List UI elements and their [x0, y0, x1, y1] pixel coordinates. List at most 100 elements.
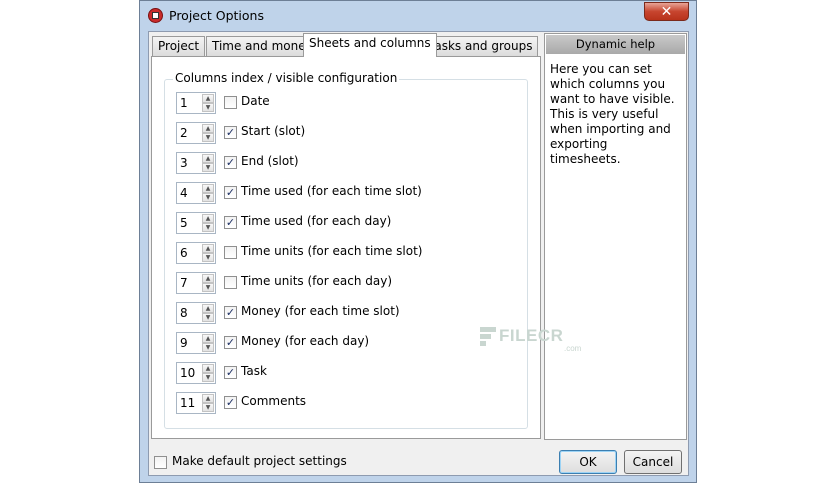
- column-index-spinner[interactable]: 11 ▲ ▼: [176, 392, 216, 414]
- watermark-text: FILECR: [499, 326, 564, 345]
- column-visible-checkbox[interactable]: ✓: [224, 306, 237, 319]
- column-row: 6 ▲ ▼ Time units (for each time slot): [176, 242, 506, 264]
- column-visible-checkbox[interactable]: ✓: [224, 336, 237, 349]
- window-title: Project Options: [169, 8, 264, 23]
- column-row: 5 ▲ ▼ ✓ Time used (for each day): [176, 212, 506, 234]
- column-index-value[interactable]: 2: [180, 126, 188, 140]
- column-label[interactable]: Time units (for each time slot): [241, 244, 423, 258]
- cancel-button[interactable]: Cancel: [624, 450, 682, 474]
- column-index-value[interactable]: 9: [180, 336, 188, 350]
- column-label[interactable]: End (slot): [241, 154, 299, 168]
- tab-project[interactable]: Project: [152, 36, 206, 56]
- spinner-buttons: ▲ ▼: [202, 154, 214, 172]
- spin-down-icon[interactable]: ▼: [202, 343, 214, 352]
- column-visible-checkbox[interactable]: ✓: [224, 186, 237, 199]
- spin-down-icon[interactable]: ▼: [202, 283, 214, 292]
- column-index-spinner[interactable]: 10 ▲ ▼: [176, 362, 216, 384]
- column-visible-checkbox[interactable]: ✓: [224, 156, 237, 169]
- column-index-value[interactable]: 3: [180, 156, 188, 170]
- spin-down-icon[interactable]: ▼: [202, 403, 214, 412]
- ok-button[interactable]: OK: [559, 450, 617, 474]
- spin-up-icon[interactable]: ▲: [202, 244, 214, 253]
- column-index-spinner[interactable]: 6 ▲ ▼: [176, 242, 216, 264]
- spinner-buttons: ▲ ▼: [202, 394, 214, 412]
- column-index-spinner[interactable]: 9 ▲ ▼: [176, 332, 216, 354]
- spin-up-icon[interactable]: ▲: [202, 274, 214, 283]
- spin-down-icon[interactable]: ▼: [202, 313, 214, 322]
- spin-down-icon[interactable]: ▼: [202, 223, 214, 232]
- column-index-value[interactable]: 10: [180, 366, 195, 380]
- column-label[interactable]: Time used (for each day): [241, 214, 391, 228]
- column-index-value[interactable]: 11: [180, 396, 195, 410]
- spin-up-icon[interactable]: ▲: [202, 214, 214, 223]
- spinner-buttons: ▲ ▼: [202, 334, 214, 352]
- tab-bar: Project Time and money Sheets and column…: [149, 32, 549, 58]
- column-label[interactable]: Date: [241, 94, 270, 108]
- spin-down-icon[interactable]: ▼: [202, 373, 214, 382]
- spin-up-icon[interactable]: ▲: [202, 334, 214, 343]
- make-default-checkbox[interactable]: [154, 456, 167, 469]
- column-label[interactable]: Money (for each day): [241, 334, 369, 348]
- column-index-spinner[interactable]: 7 ▲ ▼: [176, 272, 216, 294]
- spin-down-icon[interactable]: ▼: [202, 163, 214, 172]
- dynamic-help-title: Dynamic help: [546, 35, 685, 54]
- spinner-buttons: ▲ ▼: [202, 244, 214, 262]
- column-index-spinner[interactable]: 1 ▲ ▼: [176, 92, 216, 114]
- spinner-buttons: ▲ ▼: [202, 364, 214, 382]
- column-visible-checkbox[interactable]: [224, 96, 237, 109]
- column-index-value[interactable]: 8: [180, 306, 188, 320]
- spin-up-icon[interactable]: ▲: [202, 94, 214, 103]
- column-visible-checkbox[interactable]: ✓: [224, 216, 237, 229]
- spin-down-icon[interactable]: ▼: [202, 253, 214, 262]
- spin-up-icon[interactable]: ▲: [202, 394, 214, 403]
- column-index-spinner[interactable]: 4 ▲ ▼: [176, 182, 216, 204]
- column-index-value[interactable]: 4: [180, 186, 188, 200]
- column-index-spinner[interactable]: 8 ▲ ▼: [176, 302, 216, 324]
- spin-up-icon[interactable]: ▲: [202, 304, 214, 313]
- tab-tasks-and-groups[interactable]: Tasks and groups: [423, 36, 539, 56]
- column-row: 9 ▲ ▼ ✓ Money (for each day): [176, 332, 506, 354]
- column-label[interactable]: Time used (for each time slot): [241, 184, 422, 198]
- column-label[interactable]: Task: [241, 364, 267, 378]
- column-index-spinner[interactable]: 3 ▲ ▼: [176, 152, 216, 174]
- title-bar[interactable]: Project Options ✕: [140, 1, 696, 31]
- column-row: 1 ▲ ▼ Date: [176, 92, 506, 114]
- spinner-buttons: ▲ ▼: [202, 94, 214, 112]
- app-icon: [148, 8, 163, 23]
- column-label[interactable]: Start (slot): [241, 124, 305, 138]
- column-index-spinner[interactable]: 2 ▲ ▼: [176, 122, 216, 144]
- spinner-buttons: ▲ ▼: [202, 124, 214, 142]
- column-visible-checkbox[interactable]: [224, 276, 237, 289]
- spin-up-icon[interactable]: ▲: [202, 124, 214, 133]
- column-row: 11 ▲ ▼ ✓ Comments: [176, 392, 506, 414]
- spinner-buttons: ▲ ▼: [202, 304, 214, 322]
- spin-down-icon[interactable]: ▼: [202, 133, 214, 142]
- column-visible-checkbox[interactable]: ✓: [224, 126, 237, 139]
- column-index-value[interactable]: 1: [180, 96, 188, 110]
- watermark-subtext: .com: [564, 344, 582, 353]
- column-visible-checkbox[interactable]: ✓: [224, 396, 237, 409]
- column-index-spinner[interactable]: 5 ▲ ▼: [176, 212, 216, 234]
- spinner-buttons: ▲ ▼: [202, 214, 214, 232]
- column-index-value[interactable]: 7: [180, 276, 188, 290]
- spin-up-icon[interactable]: ▲: [202, 184, 214, 193]
- dialog-client: Project Time and money Sheets and column…: [148, 31, 689, 476]
- column-label[interactable]: Time units (for each day): [241, 274, 392, 288]
- spin-down-icon[interactable]: ▼: [202, 193, 214, 202]
- close-button[interactable]: ✕: [644, 2, 689, 21]
- spin-down-icon[interactable]: ▼: [202, 103, 214, 112]
- column-visible-checkbox[interactable]: ✓: [224, 366, 237, 379]
- column-row: 8 ▲ ▼ ✓ Money (for each time slot): [176, 302, 506, 324]
- project-options-window: Project Options ✕ Project Time and money…: [139, 0, 697, 483]
- tab-time-and-money[interactable]: Time and money: [206, 36, 319, 56]
- spin-up-icon[interactable]: ▲: [202, 364, 214, 373]
- column-label[interactable]: Money (for each time slot): [241, 304, 400, 318]
- column-visible-checkbox[interactable]: [224, 246, 237, 259]
- tab-sheets-and-columns[interactable]: Sheets and columns: [303, 33, 437, 57]
- spin-up-icon[interactable]: ▲: [202, 154, 214, 163]
- column-index-value[interactable]: 6: [180, 246, 188, 260]
- make-default-label[interactable]: Make default project settings: [172, 454, 347, 468]
- column-row: 4 ▲ ▼ ✓ Time used (for each time slot): [176, 182, 506, 204]
- column-index-value[interactable]: 5: [180, 216, 188, 230]
- column-label[interactable]: Comments: [241, 394, 306, 408]
